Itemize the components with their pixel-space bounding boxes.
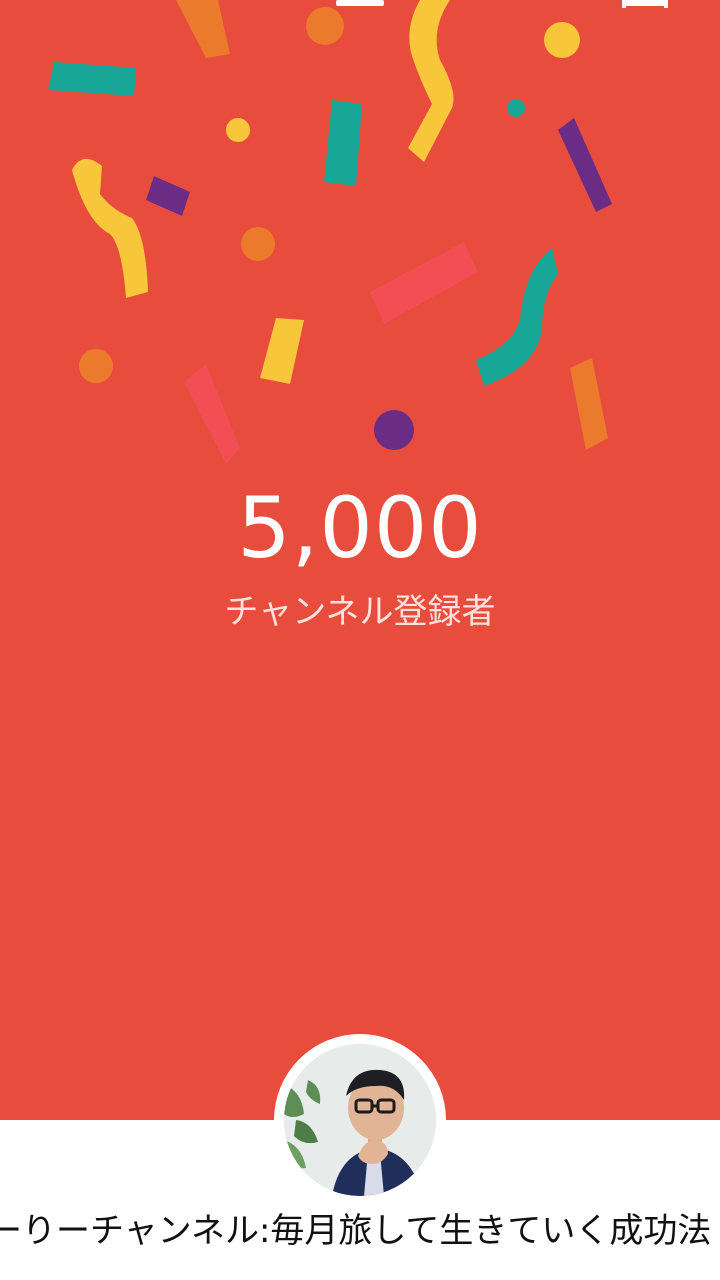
- profile-photo-icon: [284, 1044, 436, 1196]
- confetti-piece: [241, 227, 275, 261]
- avatar[interactable]: [274, 1034, 446, 1206]
- confetti-piece: [260, 318, 304, 384]
- confetti-piece: [184, 364, 240, 464]
- confetti-piece: [146, 176, 190, 216]
- confetti-piece: [226, 118, 250, 142]
- confetti-piece: [324, 100, 362, 186]
- confetti-piece: [79, 349, 113, 383]
- confetti-piece: [306, 7, 344, 45]
- confetti-piece: [570, 358, 608, 450]
- confetti-piece: [408, 0, 454, 162]
- celebration-background: 5,000 チャンネル登録者: [0, 0, 720, 1120]
- confetti-piece: [72, 158, 148, 298]
- confetti-piece: [370, 242, 478, 324]
- profile-photo-graphic: [284, 1044, 436, 1196]
- confetti-piece: [622, 0, 626, 8]
- confetti-piece: [476, 248, 558, 386]
- confetti-piece: [544, 22, 580, 58]
- confetti-piece: [374, 410, 414, 450]
- confetti-piece: [176, 0, 230, 58]
- confetti-piece: [507, 99, 525, 117]
- confetti-piece: [664, 0, 668, 8]
- confetti-piece: [622, 0, 668, 6]
- confetti-piece: [336, 0, 384, 6]
- confetti-icon: [48, 0, 668, 464]
- subscriber-label: チャンネル登録者: [224, 592, 496, 632]
- subscriber-count: 5,000: [237, 479, 483, 577]
- channel-name[interactable]: ーりーチャンネル:毎月旅して生きていく成功法: [0, 1208, 720, 1254]
- confetti-piece: [48, 62, 136, 96]
- confetti-group: [48, 0, 668, 464]
- confetti-piece: [558, 118, 612, 212]
